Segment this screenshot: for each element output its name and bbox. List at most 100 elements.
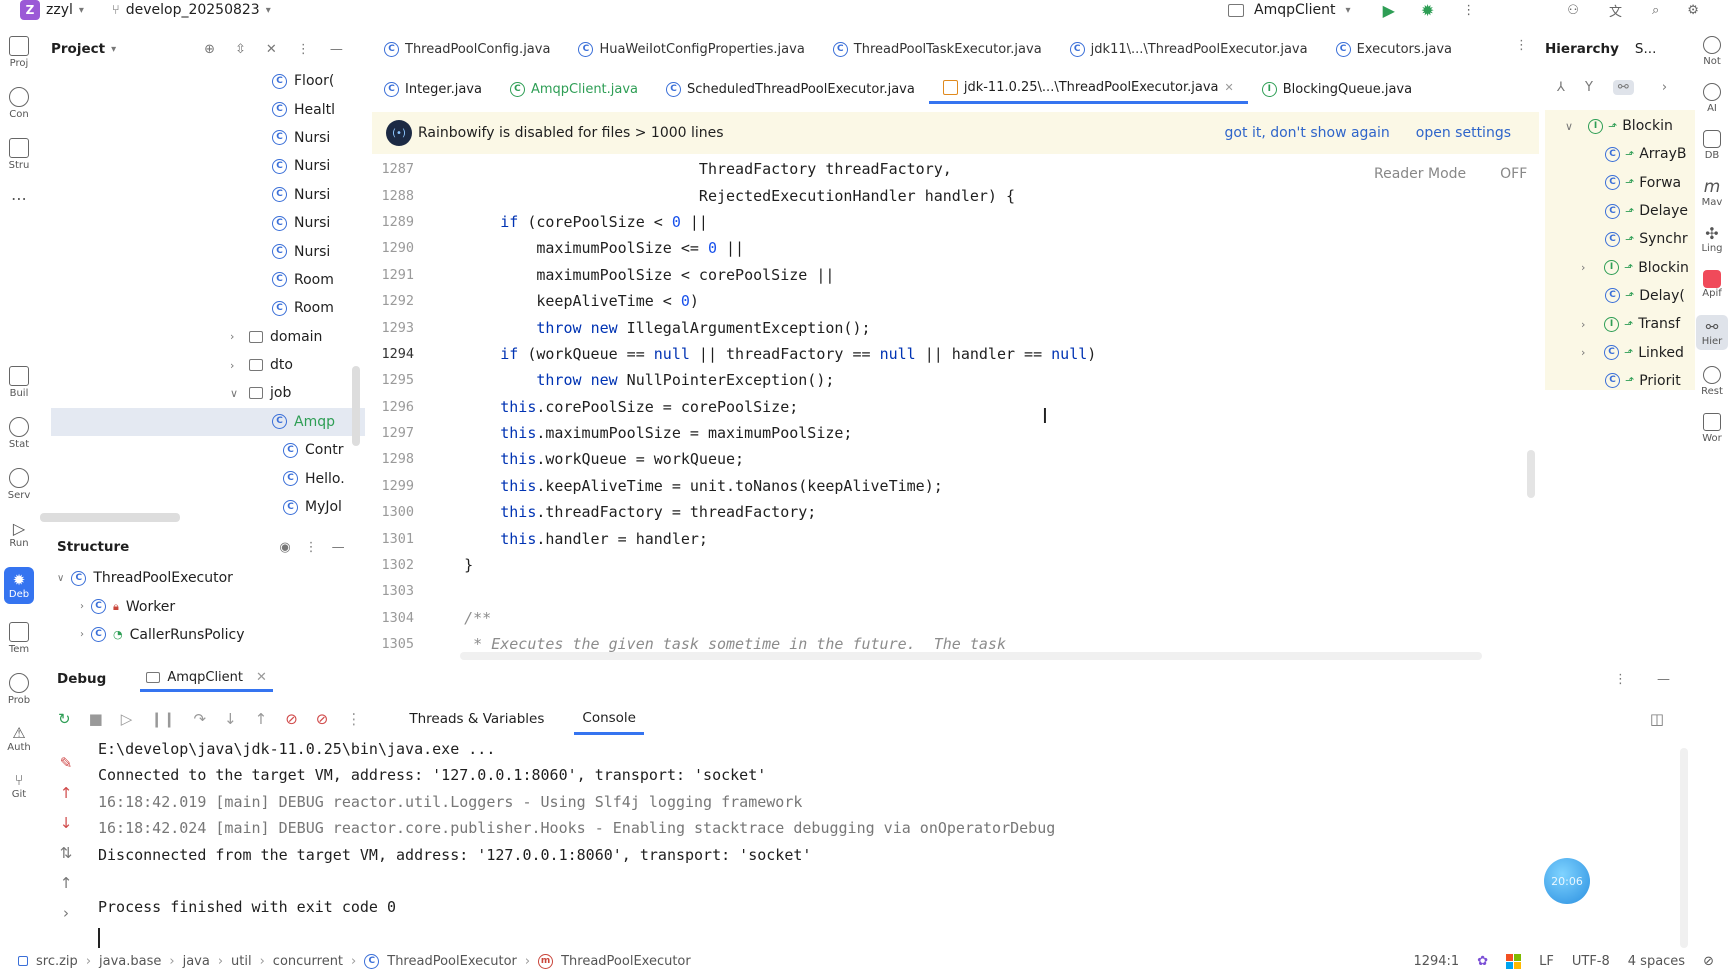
project-tree-item[interactable]: C Nursi bbox=[40, 152, 365, 180]
project-tree-folder[interactable]: ∨ job bbox=[40, 379, 365, 407]
console-tab[interactable]: Console bbox=[574, 704, 644, 735]
translate-icon[interactable]: 文 bbox=[1609, 1, 1622, 20]
banner-settings-link[interactable]: open settings bbox=[1416, 125, 1511, 141]
debug-run-icon[interactable]: ✹ bbox=[1421, 1, 1434, 20]
resume-icon[interactable]: ▷ bbox=[121, 710, 133, 728]
windows-icon[interactable] bbox=[1506, 953, 1522, 969]
horizontal-scrollbar[interactable] bbox=[40, 513, 180, 522]
chevron-right-icon[interactable]: › bbox=[1662, 80, 1667, 95]
hierarchy-item[interactable]: ∨ I ⬏ Blockin bbox=[1545, 112, 1695, 140]
line-ending[interactable]: LF bbox=[1539, 954, 1554, 969]
breadcrumb-item[interactable]: concurrent bbox=[273, 954, 343, 969]
ai-tool-button[interactable]: AI bbox=[1696, 83, 1728, 114]
notifications-tool-button[interactable]: Not bbox=[1696, 36, 1728, 67]
lingma-status-icon[interactable]: ✿ bbox=[1477, 954, 1488, 969]
project-tree-item[interactable]: C Room bbox=[40, 266, 365, 294]
breadcrumb-item[interactable]: ThreadPoolExecutor bbox=[561, 954, 691, 969]
hierarchy-tab-2[interactable]: S... bbox=[1635, 41, 1656, 57]
project-tree-item[interactable]: C Room bbox=[40, 294, 365, 322]
chevron-down-icon[interactable]: ∨ bbox=[57, 573, 64, 584]
problems-tool-button[interactable]: Prob bbox=[0, 673, 38, 706]
chevron-right-icon[interactable]: › bbox=[80, 601, 84, 612]
project-tree-folder[interactable]: › dto bbox=[40, 351, 365, 379]
editor-tab[interactable]: C Integer.java bbox=[370, 76, 496, 102]
editor-tab[interactable]: C ThreadPoolConfig.java bbox=[370, 36, 564, 62]
layout-icon[interactable]: ◫ bbox=[1650, 710, 1664, 728]
close-icon[interactable]: ✕ bbox=[1225, 81, 1234, 94]
mute-breakpoints-icon[interactable]: ⊘ bbox=[316, 710, 329, 728]
statistic-tool-button[interactable]: Stat bbox=[0, 417, 38, 450]
editor-scrollbar[interactable] bbox=[1527, 450, 1535, 498]
close-icon[interactable]: ✕ bbox=[256, 670, 267, 685]
expand-all-icon[interactable]: ⇳ bbox=[235, 42, 246, 57]
hierarchy-item[interactable]: › C ⬏ Linked bbox=[1545, 338, 1695, 366]
rest-tool-button[interactable]: Rest bbox=[1696, 366, 1728, 397]
encoding[interactable]: UTF-8 bbox=[1572, 954, 1610, 969]
more-tabs-icon[interactable]: ⋮ bbox=[1515, 38, 1528, 53]
git-tool-button[interactable]: ⑂ Git bbox=[0, 771, 38, 800]
chevron-down-icon[interactable]: ∨ bbox=[1565, 120, 1583, 133]
project-tree-item[interactable]: C Floor( bbox=[40, 67, 365, 95]
structure-item[interactable]: › C ◔ CallerRunsPolicy bbox=[40, 621, 365, 649]
editor-tab[interactable]: C ScheduledThreadPoolExecutor.java bbox=[652, 76, 929, 102]
run-config-name[interactable]: AmqpClient bbox=[1254, 2, 1336, 18]
chevron-down-icon[interactable]: ∨ bbox=[230, 387, 242, 400]
chevron-down-icon[interactable]: ▾ bbox=[111, 44, 116, 55]
project-name[interactable]: zzyl bbox=[46, 2, 73, 18]
more-icon[interactable]: ⋮ bbox=[346, 710, 361, 728]
project-panel-title[interactable]: Project bbox=[51, 41, 105, 57]
editor-tab[interactable]: I BlockingQueue.java bbox=[1248, 76, 1426, 102]
indent[interactable]: 4 spaces bbox=[1628, 954, 1685, 969]
view-breakpoints-icon[interactable]: ⊘ bbox=[285, 710, 298, 728]
auth-tool-button[interactable]: ⚠ Auth bbox=[0, 724, 38, 753]
project-tree-folder[interactable]: › domain bbox=[40, 323, 365, 351]
hierarchy-item[interactable]: › I ⬏ Transf bbox=[1545, 310, 1695, 338]
up-arrow-icon[interactable]: ↑ bbox=[60, 784, 73, 802]
minimize-icon[interactable]: — bbox=[332, 540, 345, 555]
more-icon[interactable]: ⋮ bbox=[1614, 672, 1627, 687]
clear-icon[interactable]: ✎ bbox=[60, 754, 73, 772]
editor-tab[interactable]: Cjdk11\...\ThreadPoolExecutor.java bbox=[1056, 36, 1322, 62]
project-tree-item[interactable]: C Nursi bbox=[40, 237, 365, 265]
step-over-icon[interactable]: ↷ bbox=[193, 710, 206, 728]
editor-tab[interactable]: C HuaWeiIotConfigProperties.java bbox=[564, 36, 818, 62]
breadcrumb-item[interactable]: util bbox=[231, 954, 252, 969]
chevron-down-icon[interactable]: ▾ bbox=[79, 5, 84, 16]
stop-icon[interactable]: ■ bbox=[89, 710, 103, 728]
step-into-icon[interactable]: ↓ bbox=[224, 710, 237, 728]
eye-icon[interactable]: ◉ bbox=[279, 540, 290, 555]
structure-tool-button[interactable]: Stru bbox=[0, 138, 38, 171]
rerun-icon[interactable]: ↻ bbox=[58, 710, 71, 728]
project-tree-item[interactable]: C Amqp bbox=[51, 407, 365, 437]
pause-icon[interactable]: ❙❙ bbox=[150, 710, 175, 728]
minimize-icon[interactable]: — bbox=[1657, 672, 1670, 687]
chevron-right-icon[interactable]: › bbox=[80, 629, 84, 640]
breadcrumb-item[interactable]: java.base bbox=[99, 954, 161, 969]
supertypes-icon[interactable]: ⅄ bbox=[1557, 80, 1565, 95]
editor-tab[interactable]: C AmqpClient.java bbox=[496, 76, 652, 102]
code-editor[interactable]: 1287 ThreadFactory threadFactory, 1288 Re… bbox=[372, 156, 1539, 664]
project-tree-item[interactable]: C Nursi bbox=[40, 181, 365, 209]
console-scrollbar[interactable] bbox=[1680, 748, 1688, 948]
run-tool-button[interactable]: ▷ Run bbox=[0, 519, 38, 549]
word-tool-button[interactable]: Wor bbox=[1696, 413, 1728, 444]
down-arrow-icon[interactable]: ↓ bbox=[60, 814, 73, 832]
subtypes-icon[interactable]: Y bbox=[1585, 80, 1593, 95]
cursor-position[interactable]: 1294:1 bbox=[1413, 954, 1459, 969]
run-icon[interactable]: ▶ bbox=[1383, 1, 1395, 20]
timer-badge[interactable]: 20:06 bbox=[1544, 858, 1590, 904]
services-tool-button[interactable]: Serv bbox=[0, 468, 38, 501]
chevron-right-icon[interactable]: › bbox=[1581, 261, 1599, 274]
structure-root[interactable]: ∨ C ThreadPoolExecutor bbox=[40, 564, 365, 592]
locate-icon[interactable]: ⊕ bbox=[204, 42, 215, 57]
reader-mode-toggle[interactable]: Reader Mode OFF bbox=[1374, 166, 1527, 182]
minimize-icon[interactable]: — bbox=[330, 42, 343, 57]
breadcrumb-item[interactable]: src.zip bbox=[36, 954, 78, 969]
sort-icon[interactable]: ⇅ bbox=[60, 844, 73, 862]
settings-icon[interactable]: ⚙ bbox=[1687, 3, 1699, 18]
banner-dismiss-link[interactable]: got it, don't show again bbox=[1225, 125, 1390, 141]
more-tools-button[interactable]: ⋯ bbox=[0, 189, 38, 208]
project-tree-item[interactable]: C Nursi bbox=[40, 124, 365, 152]
project-tree-item[interactable]: C Contr bbox=[51, 436, 365, 464]
breadcrumb-item[interactable]: ThreadPoolExecutor bbox=[387, 954, 517, 969]
